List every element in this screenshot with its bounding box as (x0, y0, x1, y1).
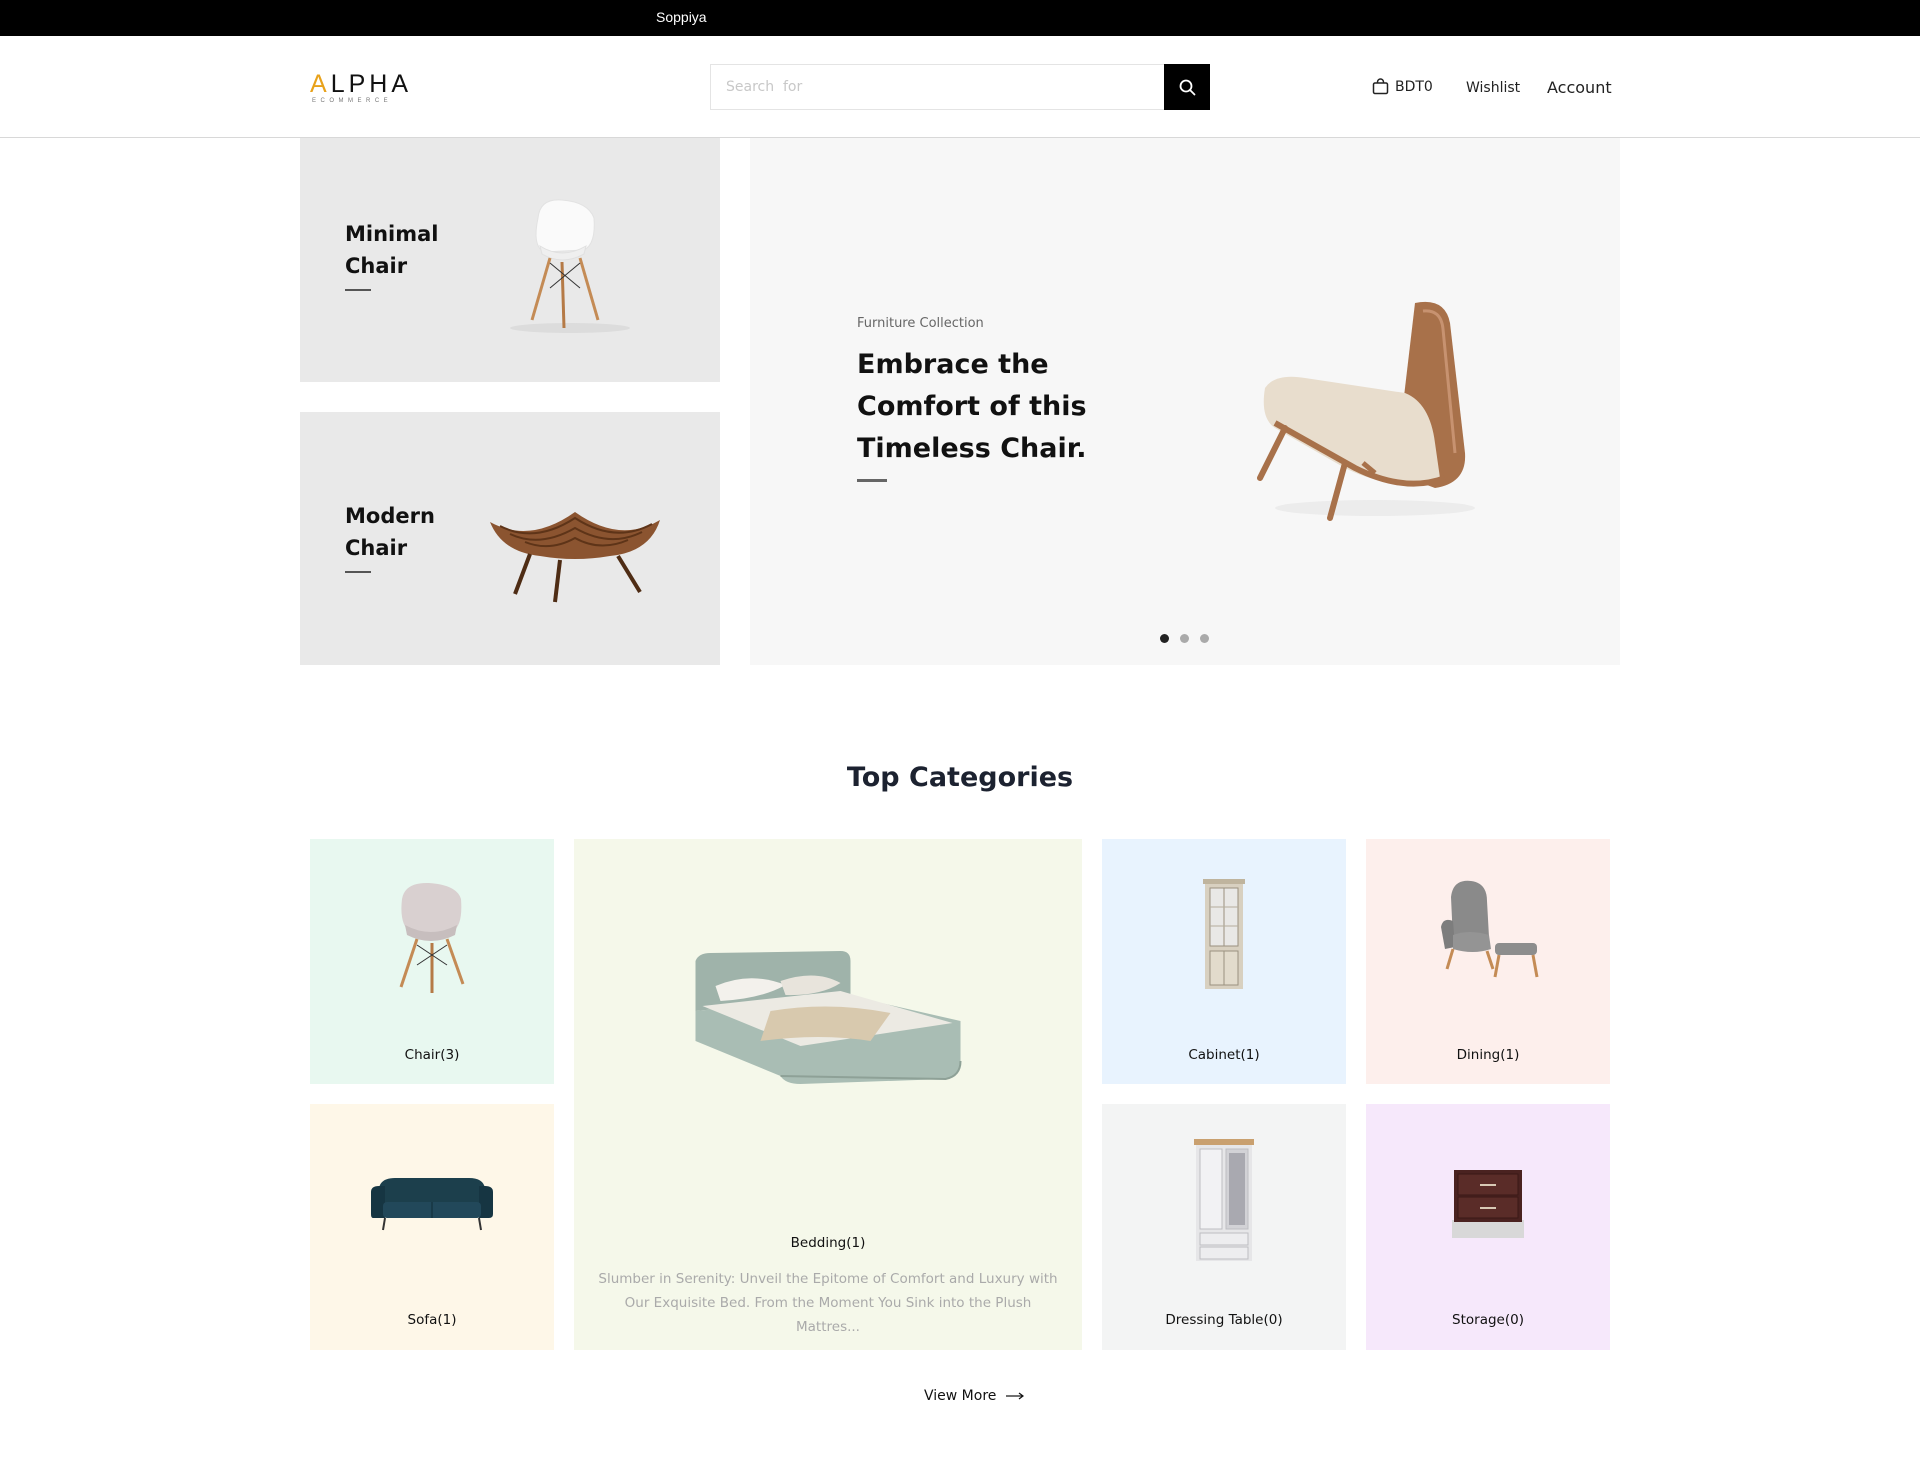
brand-logo[interactable]: ALPHA ECOMMERCE (310, 70, 412, 105)
category-card-storage[interactable]: Storage(0) (1366, 1104, 1610, 1350)
category-label: Chair(3) (404, 1047, 460, 1063)
armchair-ottoman-category-image (1441, 880, 1539, 978)
slider-dot-1[interactable] (1160, 634, 1169, 643)
sofa-category-image (371, 1178, 493, 1231)
category-card-chair[interactable]: Chair(3) (310, 839, 554, 1084)
category-label: Sofa(1) (407, 1312, 457, 1328)
promo-card-minimal-chair[interactable]: Minimal Chair (300, 138, 720, 382)
arrow-right-icon (1006, 1392, 1025, 1400)
category-card-sofa[interactable]: Sofa(1) (310, 1104, 554, 1350)
lounge-chair-image (1257, 301, 1475, 521)
category-label: Dressing Table(0) (1165, 1312, 1283, 1328)
nightstand-category-image (1452, 1170, 1524, 1238)
promo-card-modern-chair[interactable]: Modern Chair (300, 412, 720, 665)
category-label: Storage(0) (1452, 1312, 1524, 1328)
category-card-dressing-table[interactable]: Dressing Table(0) (1102, 1104, 1346, 1350)
hero-subtitle: Furniture Collection (857, 316, 984, 331)
category-label: Cabinet(1) (1188, 1047, 1260, 1063)
view-more-label: View More (924, 1388, 997, 1404)
category-card-cabinet[interactable]: Cabinet(1) (1102, 839, 1346, 1084)
cart-amount: BDT0 (1395, 78, 1433, 95)
search-bar (710, 64, 1210, 110)
site-header: ALPHA ECOMMERCE BDT0 Wishlist Account (0, 36, 1920, 138)
shopping-bag-icon (1372, 78, 1389, 95)
white-shell-chair-image (510, 199, 630, 333)
chair-category-image (399, 882, 465, 993)
title-underline (345, 571, 371, 573)
cart-button[interactable]: BDT0 (1372, 78, 1433, 95)
logo-wordmark: ALPHA (310, 70, 412, 98)
slider-dot-2[interactable] (1180, 634, 1189, 643)
title-underline (345, 289, 371, 291)
wardrobe-category-image (1194, 1139, 1254, 1261)
search-button[interactable] (1164, 64, 1210, 110)
promo-card-title: Modern Chair (345, 504, 435, 560)
slider-dot-3[interactable] (1200, 634, 1209, 643)
category-description: Slumber in Serenity: Unveil the Epitome … (598, 1271, 1058, 1335)
hero-title-underline (857, 479, 887, 482)
search-icon (1179, 79, 1195, 95)
account-link[interactable]: Account (1547, 78, 1612, 97)
bed-category-image (695, 951, 962, 1084)
category-label: Bedding(1) (790, 1235, 866, 1251)
search-input[interactable] (710, 64, 1165, 110)
cabinet-category-image (1203, 879, 1245, 989)
slider-pagination (1160, 634, 1209, 643)
section-title-top-categories: Top Categories (846, 762, 1074, 793)
view-more-link[interactable]: View More (924, 1388, 1025, 1404)
promo-card-title: Minimal Chair (345, 222, 439, 278)
category-card-bedding[interactable]: Bedding(1) Slumber in Serenity: Unveil t… (574, 839, 1082, 1350)
hero-title: Embrace the Comfort of this Timeless Cha… (857, 349, 1087, 464)
wishlist-link[interactable]: Wishlist (1466, 80, 1520, 96)
hero-slider[interactable]: Furniture Collection Embrace the Comfort… (750, 138, 1620, 665)
announcement-bar: Soppiya (0, 0, 1920, 36)
category-card-dining[interactable]: Dining(1) (1366, 839, 1610, 1084)
announcement-text: Soppiya (656, 9, 707, 25)
category-label: Dining(1) (1456, 1047, 1520, 1063)
wooden-sculpted-chair-image (490, 512, 660, 603)
logo-tagline: ECOMMERCE (312, 98, 393, 104)
